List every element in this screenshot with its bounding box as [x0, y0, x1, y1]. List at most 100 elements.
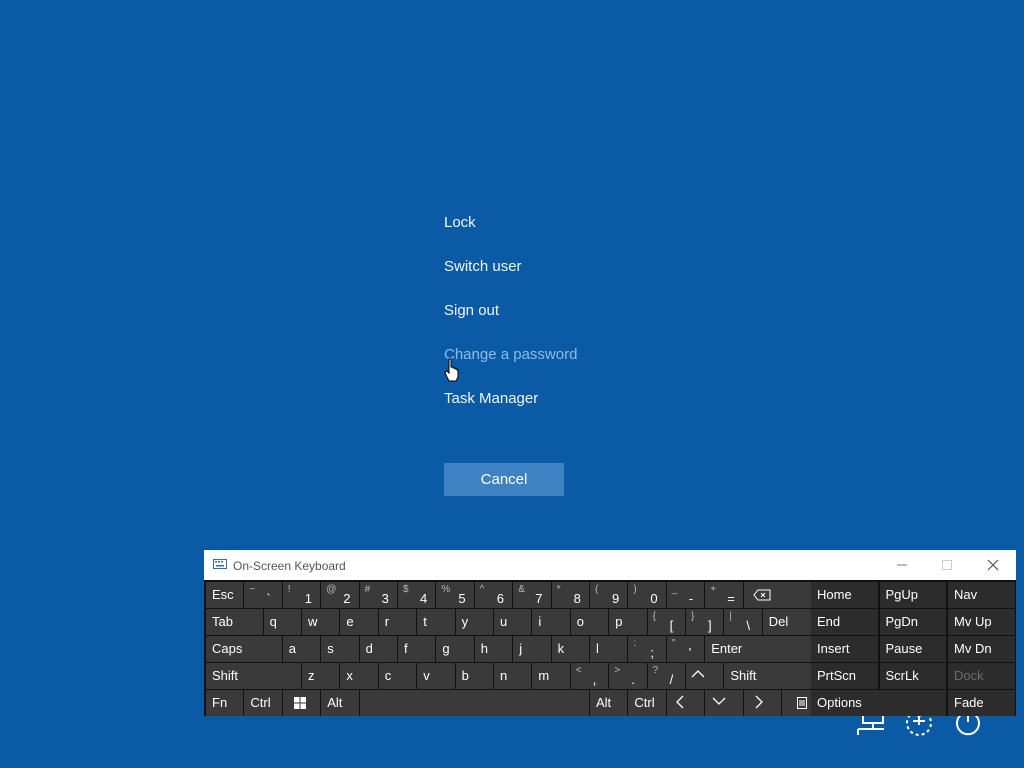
key-5[interactable]: % 5 — [436, 582, 474, 608]
osk-title-bar[interactable]: On-Screen Keyboard — [204, 550, 1016, 580]
key-insert[interactable]: Insert — [811, 636, 878, 662]
key-pause[interactable]: Pause — [879, 636, 946, 662]
key-fn[interactable]: Fn — [206, 690, 244, 716]
key-o[interactable]: o — [570, 609, 609, 635]
key-j[interactable]: j — [513, 636, 551, 662]
key-g[interactable]: g — [436, 636, 474, 662]
arrow-left-icon — [675, 695, 684, 709]
key-pgup[interactable]: PgUp — [879, 582, 946, 608]
key-u[interactable]: u — [494, 609, 532, 635]
key-shift[interactable]: Shift — [724, 663, 820, 689]
menu-item-switch-user[interactable]: Switch user — [444, 258, 522, 275]
key-8[interactable]: * 8 — [551, 582, 589, 608]
key-end[interactable]: End — [811, 609, 878, 635]
minimize-icon[interactable] — [880, 550, 924, 580]
key-ctrl[interactable]: Ctrl — [628, 690, 666, 716]
key-esc[interactable]: Esc — [206, 582, 244, 608]
key-alt[interactable]: Alt — [321, 690, 359, 716]
key-period[interactable]: >. — [609, 663, 647, 689]
key-scrlk[interactable]: ScrLk — [879, 663, 946, 689]
key-b[interactable]: b — [455, 663, 493, 689]
key-left-bracket[interactable]: {[ — [647, 609, 685, 635]
key-3[interactable]: #3 — [359, 582, 397, 608]
menu-item-sign-out[interactable]: Sign out — [444, 302, 499, 319]
key-backslash[interactable]: | \ — [724, 609, 762, 635]
key-label: v — [423, 668, 430, 683]
key-ctrl[interactable]: Ctrl — [244, 690, 282, 716]
windows-key[interactable] — [282, 690, 321, 716]
key-shift[interactable]: Shift — [206, 663, 301, 689]
arrow-down-key[interactable] — [705, 690, 743, 716]
key-w[interactable]: w — [302, 609, 340, 635]
key-equals[interactable]: + = — [705, 582, 743, 608]
key-label: n — [500, 668, 508, 683]
key-l[interactable]: l — [590, 636, 628, 662]
key-h[interactable]: h — [474, 636, 513, 662]
key-9[interactable]: (9 — [590, 582, 628, 608]
key-prtscn[interactable]: PrtScn — [811, 663, 878, 689]
key-q[interactable]: q — [263, 609, 301, 635]
key-m[interactable]: m — [532, 663, 570, 689]
key-7[interactable]: & 7 — [513, 582, 551, 608]
key-options[interactable]: Options — [811, 690, 946, 716]
key-comma[interactable]: <, — [570, 663, 609, 689]
key-0[interactable]: ) 0 — [628, 582, 666, 608]
key-mv-up[interactable]: Mv Up — [948, 609, 1015, 635]
backspace-key[interactable] — [743, 582, 820, 608]
key-fade[interactable]: Fade — [948, 690, 1015, 716]
cancel-button[interactable]: Cancel — [444, 463, 564, 496]
key-d[interactable]: d — [359, 636, 397, 662]
menu-item-lock[interactable]: Lock — [444, 214, 476, 231]
key-shift-label: | — [729, 611, 732, 622]
arrow-right-key[interactable] — [743, 690, 781, 716]
key-caps[interactable]: Caps — [206, 636, 282, 662]
key-backtick[interactable]: ~ ` — [244, 582, 282, 608]
key-t[interactable]: t — [417, 609, 455, 635]
key-shift-label: ~ — [249, 584, 256, 595]
key-label: 9 — [612, 591, 620, 606]
key-4[interactable]: $4 — [398, 582, 436, 608]
key-v[interactable]: v — [417, 663, 455, 689]
key-right-bracket[interactable]: }] — [686, 609, 724, 635]
key-1[interactable]: ! 1 — [282, 582, 321, 608]
key-shift-label: < — [575, 665, 582, 676]
key-nav[interactable]: Nav — [948, 582, 1015, 608]
key-minus[interactable]: _ - — [666, 582, 705, 608]
key-label: r — [384, 614, 390, 629]
key-alt[interactable]: Alt — [590, 690, 628, 716]
key-pgdn[interactable]: PgDn — [879, 609, 946, 635]
arrow-left-key[interactable] — [666, 690, 705, 716]
key-tab[interactable]: Tab — [206, 609, 263, 635]
key-quote[interactable]: " ' — [666, 636, 705, 662]
key-slash[interactable]: ? / — [647, 663, 685, 689]
key-enter[interactable]: Enter — [705, 636, 820, 662]
key-2[interactable]: @2 — [321, 582, 359, 608]
key-s[interactable]: s — [321, 636, 359, 662]
key-n[interactable]: n — [494, 663, 532, 689]
space-key[interactable] — [359, 690, 589, 716]
key-r[interactable]: r — [378, 609, 417, 635]
menu-item-task-manager[interactable]: Task Manager — [444, 390, 538, 407]
key-z[interactable]: z — [302, 663, 340, 689]
key-e[interactable]: e — [340, 609, 378, 635]
key-label: = — [727, 591, 735, 606]
key-x[interactable]: x — [340, 663, 378, 689]
key-semicolon[interactable]: :; — [628, 636, 666, 662]
close-icon[interactable] — [971, 550, 1015, 580]
key-p[interactable]: p — [609, 609, 647, 635]
key-label: Mv Up — [954, 614, 992, 629]
key-y[interactable]: y — [455, 609, 493, 635]
arrow-up-key[interactable] — [686, 663, 724, 689]
key-label: 2 — [343, 591, 351, 606]
key-k[interactable]: k — [551, 636, 589, 662]
key-home[interactable]: Home — [811, 582, 878, 608]
key-a[interactable]: a — [282, 636, 321, 662]
menu-item-change-password[interactable]: Change a password — [444, 346, 577, 363]
key-i[interactable]: i — [532, 609, 570, 635]
key-mv-dn[interactable]: Mv Dn — [948, 636, 1015, 662]
key-f[interactable]: f — [398, 636, 436, 662]
key-shift-label: > — [614, 665, 621, 676]
key-label: Shift — [730, 668, 757, 683]
key-6[interactable]: ^ 6 — [474, 582, 513, 608]
key-c[interactable]: c — [378, 663, 417, 689]
